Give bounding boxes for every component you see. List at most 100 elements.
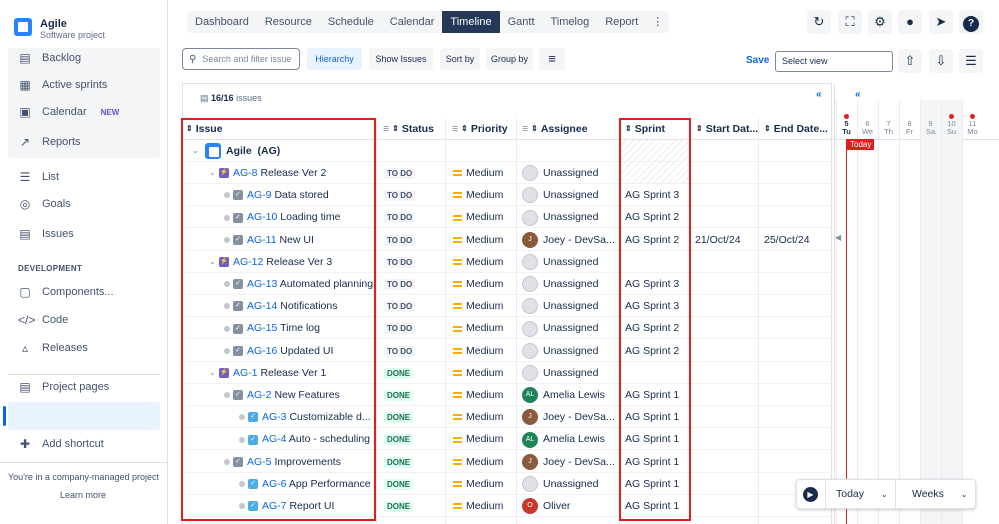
issue-cell[interactable]: ✓ AG-3 Customizable d...: [239, 406, 374, 428]
issue-key[interactable]: AG-15: [247, 322, 277, 334]
column-filter-icon[interactable]: ≡: [383, 123, 389, 135]
table-row[interactable]: ✓ AG-14 Notifications TO DO Medium Unassigne…: [182, 295, 832, 318]
sprint-cell[interactable]: AG Sprint 3: [625, 273, 679, 295]
issue-cell[interactable]: ✓ AG-11 New UI: [224, 229, 374, 251]
sidebar-item-goals[interactable]: ◎ Goals: [18, 193, 71, 215]
row-expand-chevron-icon[interactable]: ⌄: [209, 362, 219, 384]
status-cell[interactable]: TO DO: [384, 206, 416, 228]
priority-cell[interactable]: Medium: [453, 362, 503, 384]
column-filter-icon[interactable]: ≡: [452, 123, 458, 135]
assignee-cell[interactable]: Unassigned: [522, 473, 618, 495]
status-cell[interactable]: TO DO: [384, 317, 416, 339]
column-header-enddate[interactable]: ⇕ End Date...: [764, 118, 828, 139]
sidebar-item-calendar[interactable]: ▣ Calendar NEW: [18, 101, 119, 123]
status-cell[interactable]: TO DO: [384, 229, 416, 251]
sprint-cell[interactable]: AG Sprint 1: [625, 384, 679, 406]
issue-key[interactable]: AG-9: [247, 189, 272, 201]
issue-key[interactable]: AG-10: [247, 211, 277, 223]
assignee-cell[interactable]: J Joey - DevSa...: [522, 229, 618, 251]
issue-cell[interactable]: ✓ AG-9 Data stored: [224, 184, 374, 206]
sprint-cell[interactable]: AG Sprint 1: [625, 495, 679, 517]
priority-cell[interactable]: Medium: [453, 428, 503, 450]
status-cell[interactable]: TO DO: [384, 273, 416, 295]
table-row[interactable]: ✓ AG-3 Customizable d... DONE Medium J Joey -…: [182, 406, 832, 429]
sprint-cell[interactable]: AG Sprint 3: [625, 184, 679, 206]
priority-cell[interactable]: Medium: [453, 162, 503, 184]
table-row[interactable]: ✓ AG-10 Loading time TO DO Medium Unassigned…: [182, 206, 832, 229]
issue-key[interactable]: AG-16: [247, 345, 277, 357]
status-cell[interactable]: TO DO: [384, 295, 416, 317]
status-cell[interactable]: DONE: [384, 451, 414, 473]
column-header-priority[interactable]: ≡ ⇕ Priority: [452, 118, 508, 139]
assignee-cell[interactable]: Unassigned: [522, 362, 618, 384]
tab-timeline[interactable]: Timeline: [442, 11, 500, 33]
sidebar-item-releases[interactable]: ▵ Releases: [18, 337, 88, 359]
start-date-cell[interactable]: 21/Oct/24: [695, 229, 741, 251]
tab-dashboard[interactable]: Dashboard: [187, 11, 257, 33]
issue-cell[interactable]: ✓ AG-5 Improvements: [224, 451, 374, 473]
issue-cell[interactable]: ✓ AG-7 Report UI: [239, 495, 374, 517]
sidebar-item-reports[interactable]: ↗ Reports: [18, 131, 81, 153]
issue-cell[interactable]: ✓ AG-6 App Performance: [239, 473, 374, 495]
priority-cell[interactable]: Medium: [453, 451, 503, 473]
issue-key[interactable]: AG-4: [262, 433, 287, 445]
upload-icon[interactable]: ⇧: [898, 49, 922, 73]
download-icon[interactable]: ⇩: [929, 49, 953, 73]
rocket-icon[interactable]: ➤: [929, 10, 953, 34]
issue-key[interactable]: AG-11: [247, 234, 277, 246]
tab-calendar[interactable]: Calendar: [382, 11, 443, 33]
table-row[interactable]: ✓ AG-5 Improvements DONE Medium J Joey - DevS…: [182, 451, 832, 473]
sort-icon[interactable]: ⇕: [186, 124, 193, 133]
tab-report[interactable]: Report: [597, 11, 646, 33]
issue-key[interactable]: AG-12: [233, 256, 263, 268]
priority-cell[interactable]: Medium: [453, 495, 503, 517]
issue-cell[interactable]: ✓ AG-13 Automated planning: [224, 273, 374, 295]
sprint-cell[interactable]: AG Sprint 2: [625, 317, 679, 339]
issue-key[interactable]: AG-3: [262, 411, 287, 423]
sidebar-item-backlog[interactable]: ▤ Backlog: [18, 47, 81, 69]
view-settings-icon[interactable]: ☰: [959, 49, 983, 73]
status-cell[interactable]: TO DO: [384, 251, 416, 273]
issue-key[interactable]: AG-2: [247, 389, 272, 401]
assignee-cell[interactable]: Unassigned: [522, 162, 618, 184]
issue-cell[interactable]: ✓ AG-4 Auto - scheduling: [239, 428, 374, 450]
group-by-button[interactable]: Group by: [486, 48, 533, 70]
lightbulb-icon[interactable]: ●: [898, 10, 922, 34]
learn-more-link[interactable]: Learn more: [60, 490, 106, 500]
priority-cell[interactable]: Medium: [453, 184, 503, 206]
issue-key[interactable]: AG-8: [233, 167, 258, 179]
end-date-cell[interactable]: 25/Oct/24: [764, 229, 810, 251]
column-header-sprint[interactable]: ⇕ Sprint: [625, 118, 665, 139]
status-cell[interactable]: DONE: [384, 384, 414, 406]
sidebar-item-list[interactable]: ☰ List: [18, 166, 60, 188]
priority-cell[interactable]: Medium: [453, 317, 503, 339]
priority-cell[interactable]: Medium: [453, 206, 503, 228]
refresh-icon[interactable]: ↻: [807, 10, 831, 34]
issue-cell[interactable]: ✓ AG-10 Loading time: [224, 206, 374, 228]
priority-cell[interactable]: Medium: [453, 273, 503, 295]
table-row[interactable]: ✓ AG-11 New UI TO DO Medium J Joey - DevSa...…: [182, 229, 832, 251]
assignee-cell[interactable]: AL Amelia Lewis: [522, 428, 618, 450]
group-expand-chevron-icon[interactable]: ⌄: [192, 140, 202, 162]
issue-cell[interactable]: ⌄ ⚡ AG-1 Release Ver 1: [209, 362, 374, 384]
navigate-next-icon[interactable]: ▶: [803, 487, 818, 502]
save-button[interactable]: Save: [746, 55, 769, 66]
assignee-cell[interactable]: Unassigned: [522, 317, 618, 339]
table-row[interactable]: ⌄ ⚡ AG-12 Release Ver 3 TO DO Medium Unassign…: [182, 251, 832, 273]
priority-cell[interactable]: Medium: [453, 384, 503, 406]
collapse-table-icon[interactable]: «: [816, 89, 822, 100]
table-row[interactable]: ✓ AG-2 New Features DONE Medium AL Amelia Lew…: [182, 384, 832, 406]
assignee-cell[interactable]: O Oliver: [522, 495, 618, 517]
today-dropdown[interactable]: Today ⌄: [836, 488, 888, 500]
more-tabs-icon[interactable]: ⋮: [646, 11, 669, 33]
column-filter-icon[interactable]: ≡: [522, 123, 528, 135]
gantt-expand-icon[interactable]: «: [855, 89, 861, 100]
table-row[interactable]: ⌄ ⚡ AG-1 Release Ver 1 DONE Medium Unassigned: [182, 362, 832, 384]
issue-key[interactable]: AG-5: [247, 456, 272, 468]
table-row[interactable]: ⌄ ⚡ AG-8 Release Ver 2 TO DO Medium Unassigne…: [182, 162, 832, 184]
settings-gear-icon[interactable]: ⚙: [868, 10, 892, 34]
sort-icon[interactable]: ⇕: [764, 124, 771, 133]
status-cell[interactable]: TO DO: [384, 162, 416, 184]
issue-key[interactable]: AG-13: [247, 278, 277, 290]
assignee-cell[interactable]: AL Amelia Lewis: [522, 384, 618, 406]
